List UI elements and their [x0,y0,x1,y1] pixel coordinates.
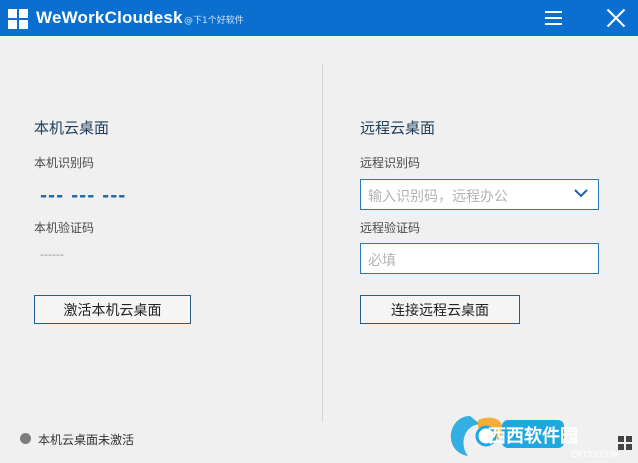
chevron-down-icon[interactable] [574,186,588,200]
remote-id-dropdown[interactable]: 输入识别码，远程办公 [360,179,599,210]
local-verify-value: ------ [40,248,64,261]
app-window: WeWorkCloudesk @下1个好软件 本机云桌面 本机识别码 --- -… [0,0,638,463]
app-title: WeWorkCloudesk [36,8,183,27]
remote-section-title: 远程云桌面 [360,119,436,137]
watermark-logo: 西西软件园 CR173.COM [450,416,632,459]
local-id-label: 本机识别码 [34,156,95,170]
watermark-logo-url: CR173.COM [571,450,619,459]
remote-id-label: 远程识别码 [360,156,421,170]
title-watermark: @下1个好软件 [184,16,244,26]
activate-local-button[interactable]: 激活本机云桌面 [34,295,191,324]
menu-icon[interactable] [544,11,564,25]
center-divider [322,64,323,422]
status-text: 本机云桌面未激活 [38,433,135,447]
local-section-title: 本机云桌面 [34,119,110,137]
remote-verify-placeholder: 必填 [368,253,396,269]
remote-id-placeholder: 输入识别码，远程办公 [368,189,508,205]
logo-icon [8,9,28,29]
connect-remote-button[interactable]: 连接远程云桌面 [360,295,520,324]
local-id-value: --- --- --- [40,186,127,206]
local-verify-label: 本机验证码 [34,221,95,235]
watermark-logo-text: 西西软件园 [488,425,578,447]
remote-verify-input[interactable]: 必填 [360,243,599,274]
close-icon[interactable] [606,8,626,28]
remote-verify-label: 远程验证码 [360,221,421,235]
title-bar: WeWorkCloudesk @下1个好软件 [0,0,638,36]
status-indicator-icon [20,433,31,444]
